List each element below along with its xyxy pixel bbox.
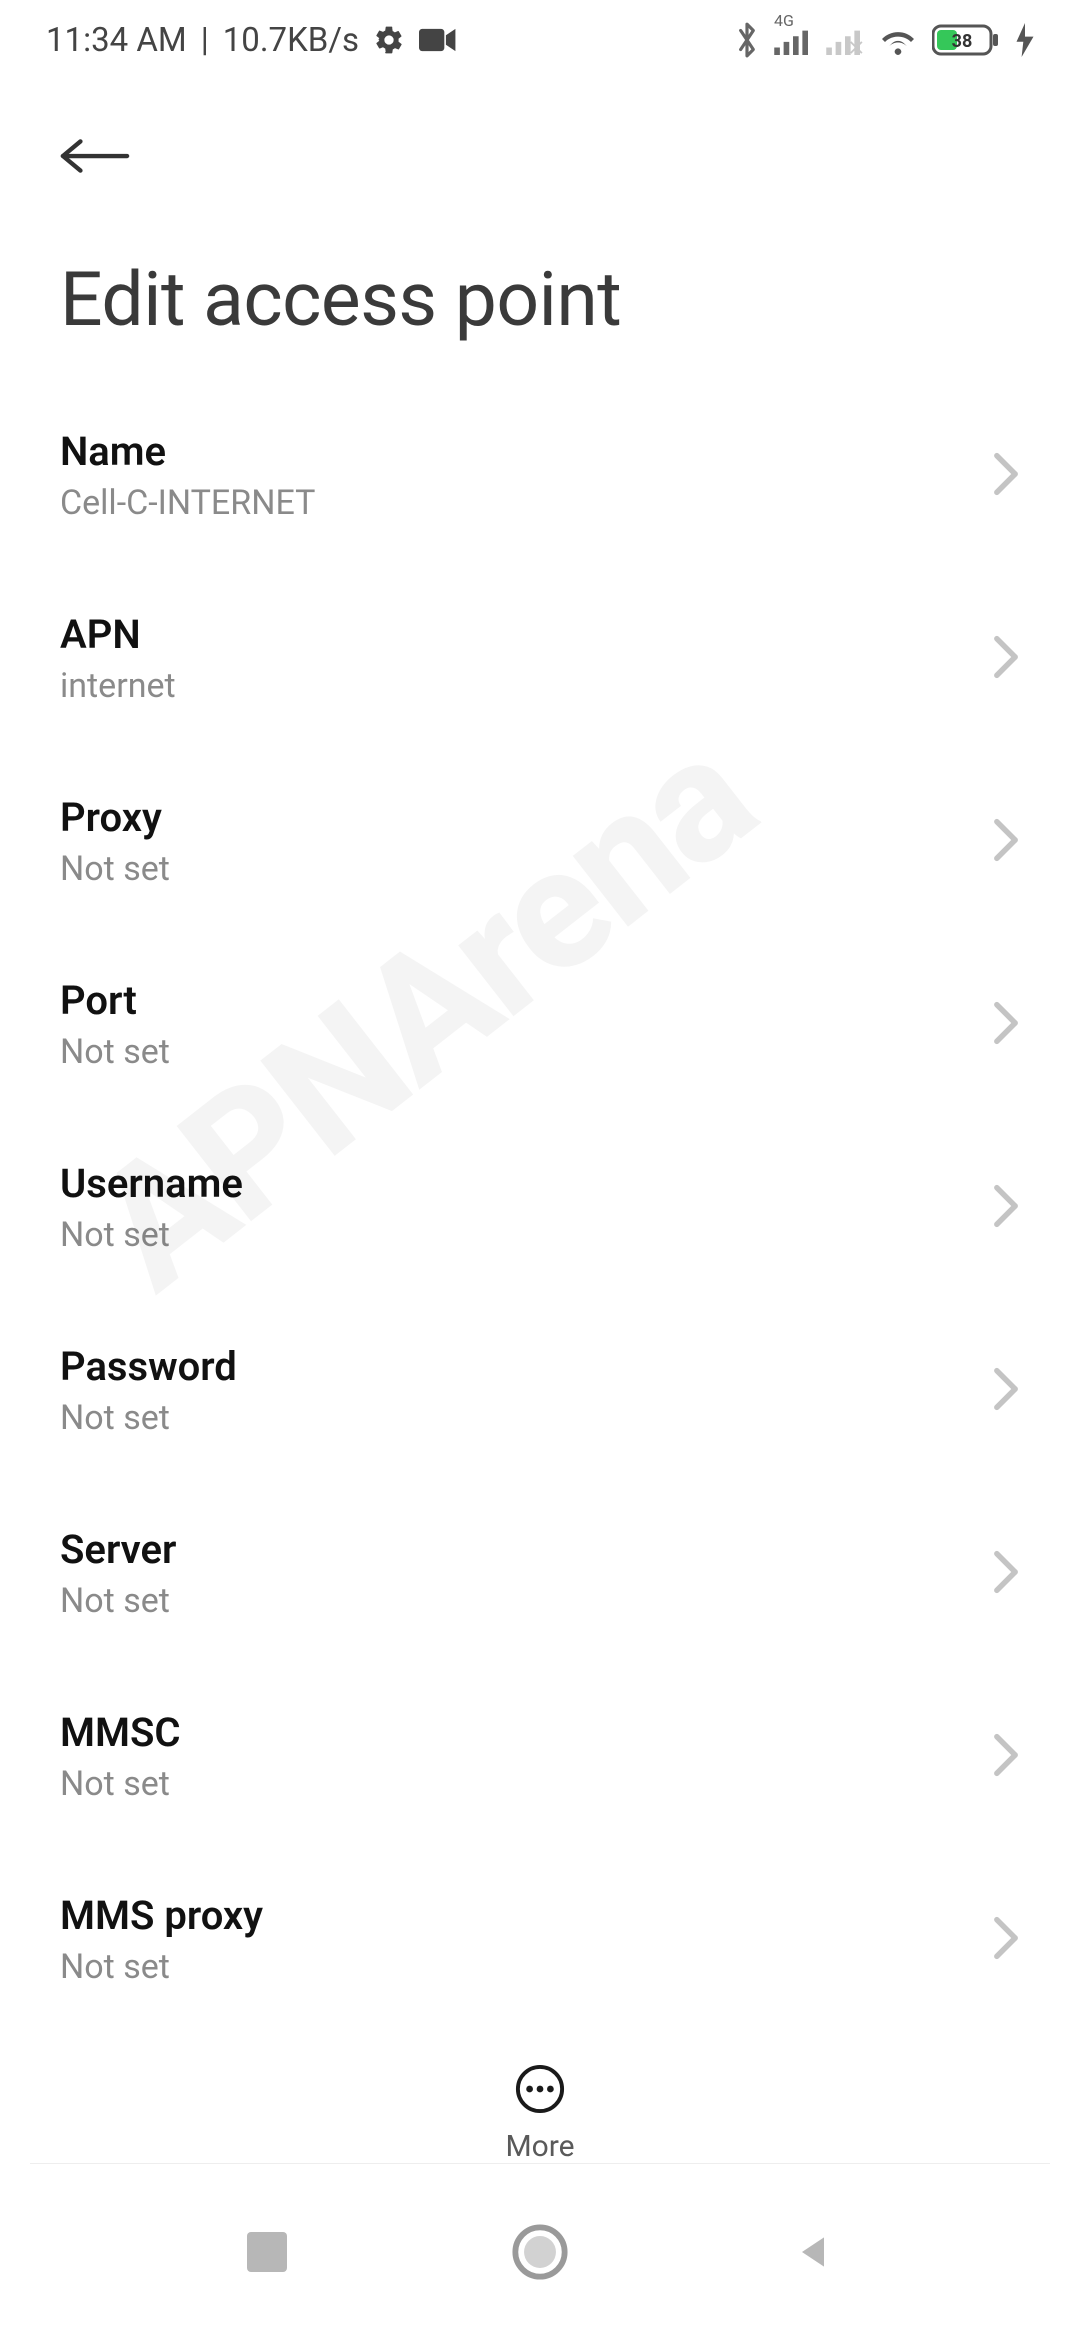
setting-row-proxy[interactable]: Proxy Not set — [60, 750, 1020, 933]
setting-value: Not set — [60, 1032, 170, 1072]
setting-text: Password Not set — [60, 1343, 237, 1438]
nav-recent-button[interactable] — [232, 2217, 302, 2287]
chevron-right-icon — [992, 635, 1020, 683]
setting-label: MMS proxy — [60, 1892, 263, 1939]
svg-text:38: 38 — [952, 31, 973, 52]
setting-text: Name Cell-C-INTERNET — [60, 428, 315, 523]
setting-value: Not set — [60, 1398, 237, 1438]
more-bar: More — [0, 2037, 1080, 2164]
setting-label: MMSC — [60, 1709, 181, 1756]
setting-value: Not set — [60, 1947, 263, 1987]
chevron-right-icon — [992, 452, 1020, 500]
more-label: More — [505, 2129, 574, 2164]
setting-row-server[interactable]: Server Not set — [60, 1482, 1020, 1665]
chevron-right-icon — [992, 1916, 1020, 1964]
triangle-left-icon — [791, 2230, 835, 2274]
setting-label: Password — [60, 1343, 237, 1390]
back-button[interactable] — [60, 116, 140, 196]
chevron-right-icon — [992, 1550, 1020, 1598]
settings-icon — [373, 24, 405, 56]
setting-row-name[interactable]: Name Cell-C-INTERNET — [60, 384, 1020, 567]
setting-row-port[interactable]: Port Not set — [60, 933, 1020, 1116]
setting-label: Proxy — [60, 794, 170, 841]
setting-value: Not set — [60, 1215, 243, 1255]
camera-icon — [419, 26, 457, 54]
battery-icon: 38 — [932, 22, 1002, 58]
circle-icon — [511, 2223, 569, 2281]
setting-label: Port — [60, 977, 170, 1024]
setting-row-apn[interactable]: APN internet — [60, 567, 1020, 750]
setting-label: Server — [60, 1526, 176, 1573]
chevron-right-icon — [992, 1733, 1020, 1781]
signal-sim2-icon — [826, 25, 864, 55]
status-separator: | — [201, 21, 209, 60]
setting-row-username[interactable]: Username Not set — [60, 1116, 1020, 1299]
arrow-left-icon — [60, 131, 130, 181]
signal-sim1-icon: 4G — [774, 25, 812, 55]
setting-value: Not set — [60, 1581, 176, 1621]
page-title: Edit access point — [0, 196, 1080, 384]
setting-value: Cell-C-INTERNET — [60, 483, 315, 523]
nav-back-button[interactable] — [778, 2217, 848, 2287]
more-button[interactable]: More — [505, 2063, 574, 2164]
setting-text: Proxy Not set — [60, 794, 170, 889]
setting-label: Username — [60, 1160, 243, 1207]
setting-text: MMSC Not set — [60, 1709, 181, 1804]
chevron-right-icon — [992, 1001, 1020, 1049]
charging-icon — [1016, 23, 1034, 57]
chevron-right-icon — [992, 818, 1020, 866]
status-bar: 11:34 AM | 10.7KB/s 4G 38 — [0, 0, 1080, 80]
header — [0, 80, 1080, 196]
setting-row-password[interactable]: Password Not set — [60, 1299, 1020, 1482]
setting-text: MMS proxy Not set — [60, 1892, 263, 1987]
wifi-icon — [878, 24, 918, 56]
chevron-right-icon — [992, 1367, 1020, 1415]
setting-text: APN internet — [60, 611, 176, 706]
settings-list: Name Cell-C-INTERNET APN internet Proxy Not s… — [0, 384, 1080, 2031]
setting-text: Server Not set — [60, 1526, 176, 1621]
setting-value: Not set — [60, 849, 170, 889]
status-left: 11:34 AM | 10.7KB/s — [46, 21, 457, 60]
chevron-right-icon — [992, 1184, 1020, 1232]
more-icon — [514, 2063, 566, 2115]
setting-row-mmsc[interactable]: MMSC Not set — [60, 1665, 1020, 1848]
setting-text: Port Not set — [60, 977, 170, 1072]
square-icon — [247, 2232, 287, 2272]
system-nav-bar — [0, 2164, 1080, 2340]
setting-value: internet — [60, 666, 176, 706]
status-time: 11:34 AM — [46, 21, 187, 60]
status-right: 4G 38 — [734, 21, 1034, 59]
setting-text: Username Not set — [60, 1160, 243, 1255]
setting-label: APN — [60, 611, 176, 658]
setting-value: Not set — [60, 1764, 181, 1804]
nav-home-button[interactable] — [505, 2217, 575, 2287]
setting-label: Name — [60, 428, 315, 475]
setting-row-mms-proxy[interactable]: MMS proxy Not set — [60, 1848, 1020, 2031]
bluetooth-icon — [734, 21, 760, 59]
status-net-speed: 10.7KB/s — [223, 21, 359, 60]
